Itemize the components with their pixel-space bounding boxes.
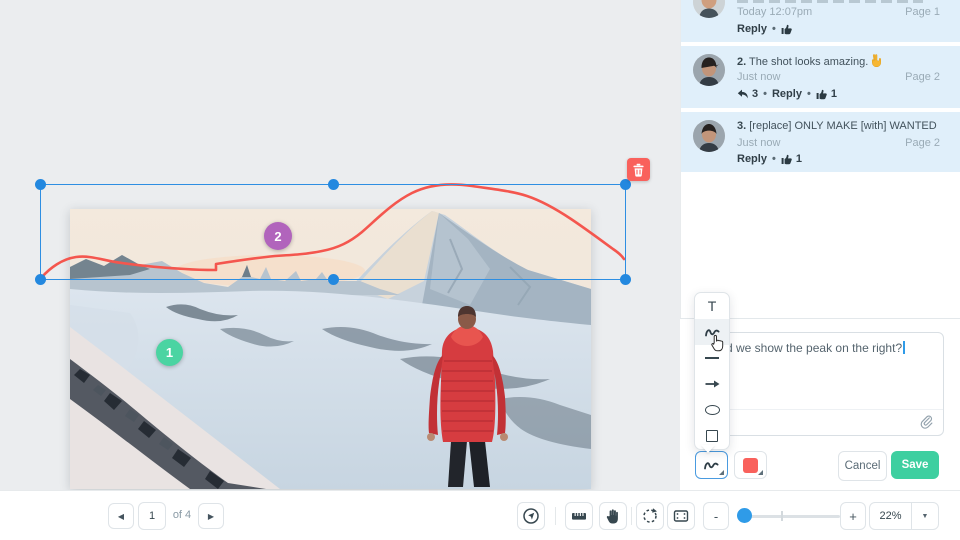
toolbar-separator xyxy=(631,507,632,525)
cancel-button[interactable]: Cancel xyxy=(838,451,887,481)
delete-annotation-button[interactable] xyxy=(627,158,650,181)
rotate-button[interactable] xyxy=(636,502,664,530)
review-canvas[interactable]: 1 2 xyxy=(0,0,680,490)
comment-number: 3. xyxy=(737,120,747,132)
trash-icon xyxy=(633,163,644,177)
comment-time: Just now xyxy=(737,137,781,149)
thumbs-up-icon xyxy=(816,89,827,100)
selection-handle-bottom-left[interactable] xyxy=(35,274,46,285)
like-button[interactable] xyxy=(781,23,793,35)
page-number-input[interactable] xyxy=(138,502,166,530)
comment-time: Just now xyxy=(737,71,781,83)
next-page-icon: ▶ xyxy=(207,511,215,521)
zoom-in-button[interactable]: + xyxy=(840,502,866,530)
avatar xyxy=(693,0,725,18)
red-color-swatch xyxy=(743,457,758,473)
comment-time: Today 12:07pm xyxy=(737,6,813,18)
drawing-tool-button[interactable] xyxy=(695,451,728,479)
comment-textarea[interactable]: d we show the peak on the right? xyxy=(700,332,944,436)
compass-pointer-icon xyxy=(523,508,539,524)
next-page-button[interactable]: ▶ xyxy=(198,503,224,529)
reply-link[interactable]: Reply xyxy=(737,23,767,35)
comment-text: The shot looks amazing. xyxy=(749,56,869,68)
reply-link[interactable]: Reply xyxy=(737,153,767,165)
clipped-comment-text xyxy=(737,0,923,3)
zoom-slider-handle[interactable] xyxy=(737,508,752,523)
save-button[interactable]: Save xyxy=(891,451,939,479)
comment-marker-1[interactable]: 1 xyxy=(156,339,183,366)
marker-label: 2 xyxy=(274,228,282,244)
avatar xyxy=(693,54,725,86)
ellipse-tool[interactable] xyxy=(695,397,729,423)
avatar xyxy=(693,120,725,152)
zoom-slider-track[interactable] xyxy=(740,515,840,518)
selection-handle-top-middle[interactable] xyxy=(328,179,339,190)
rectangle-icon xyxy=(706,430,718,442)
like-button[interactable]: 1 xyxy=(816,88,837,100)
comment-marker-2[interactable]: 2 xyxy=(264,222,292,250)
text-caret xyxy=(903,341,906,354)
zoom-level-dropdown[interactable]: 22% ▼ xyxy=(869,502,939,530)
ruler-icon xyxy=(572,513,586,520)
hand-cursor-icon xyxy=(709,334,726,358)
comment-text: [replace] ONLY MAKE [with] WANTED xyxy=(749,120,937,132)
arrow-icon xyxy=(705,380,720,388)
comment-draft-text: d we show the peak on the right? xyxy=(726,341,906,355)
attachment-row xyxy=(701,409,943,435)
fit-screen-icon xyxy=(673,510,689,522)
annotation-selection-box[interactable] xyxy=(35,179,631,285)
hand-icon xyxy=(606,508,618,523)
zoom-out-button[interactable]: - xyxy=(703,502,729,530)
comment-card-3[interactable]: 3. [replace] ONLY MAKE [with] WANTED Jus… xyxy=(681,112,960,172)
comment-card-2[interactable]: 2. The shot looks amazing. Just now Page… xyxy=(681,46,960,108)
pan-tool-button[interactable] xyxy=(599,502,627,530)
toolbar-separator xyxy=(555,507,556,525)
popup-notch xyxy=(701,445,715,453)
page-total-label: of 4 xyxy=(172,509,192,521)
comment-card-1[interactable]: Today 12:07pm Page 1 Reply • xyxy=(681,0,960,42)
replies-count[interactable]: 3 xyxy=(737,88,758,100)
arrow-tool[interactable] xyxy=(695,371,729,397)
sign-of-the-horns-icon xyxy=(872,54,882,68)
zoom-slider-tick xyxy=(781,511,783,521)
comment-page: Page 1 xyxy=(905,6,940,18)
expand-notch xyxy=(719,470,724,475)
bottom-toolbar: ◀ of 4 ▶ xyxy=(0,490,960,540)
comment-number: 2. xyxy=(737,56,747,68)
color-picker-button[interactable] xyxy=(734,451,767,479)
marker-label: 1 xyxy=(165,345,174,360)
previous-page-button[interactable]: ◀ xyxy=(108,503,134,529)
rotate-icon xyxy=(643,508,657,523)
comment-page: Page 2 xyxy=(905,71,940,83)
previous-page-icon: ◀ xyxy=(117,511,125,521)
reply-link[interactable]: Reply xyxy=(772,88,802,100)
selection-handle-bottom-right[interactable] xyxy=(620,274,631,285)
selection-handle-bottom-middle[interactable] xyxy=(328,274,339,285)
comment-page: Page 2 xyxy=(905,137,940,149)
chevron-down-icon: ▼ xyxy=(921,512,929,520)
selection-handle-top-left[interactable] xyxy=(35,179,46,190)
like-button[interactable]: 1 xyxy=(781,153,802,165)
freehand-icon xyxy=(704,462,719,470)
annotation-tools-popup: T xyxy=(694,292,730,450)
fit-to-screen-button[interactable] xyxy=(667,502,695,530)
ellipse-icon xyxy=(704,405,720,415)
measure-tool-button[interactable] xyxy=(565,502,593,530)
zoom-level-value: 22% xyxy=(879,510,902,522)
text-tool[interactable]: T xyxy=(695,293,729,319)
paperclip-icon[interactable] xyxy=(918,415,934,429)
thumbs-up-icon xyxy=(781,154,792,165)
annotate-mode-button[interactable] xyxy=(517,502,545,530)
thumbs-up-icon xyxy=(781,24,792,35)
expand-notch xyxy=(758,470,763,475)
reply-arrow-icon xyxy=(737,89,748,98)
